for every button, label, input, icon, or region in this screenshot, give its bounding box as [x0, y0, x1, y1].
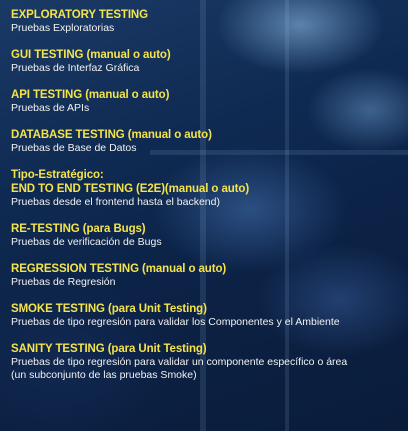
- list-item-api: API TESTING (manual o auto) Pruebas de A…: [11, 88, 403, 115]
- list-item-smoke: SMOKE TESTING (para Unit Testing) Prueba…: [11, 302, 403, 329]
- item-title: END TO END TESTING (E2E)(manual o auto): [11, 183, 250, 195]
- item-title: SANITY TESTING (para Unit Testing): [11, 343, 207, 355]
- list-item-database: DATABASE TESTING (manual o auto) Pruebas…: [11, 128, 403, 155]
- list-item-e2e: Tipo-Estratégico: END TO END TESTING (E2…: [11, 168, 403, 209]
- testing-types-list: EXPLORATORY TESTING Pruebas Exploratoria…: [11, 8, 403, 395]
- item-title: API TESTING (manual o auto): [11, 89, 170, 101]
- item-description: Pruebas de Interfaz Gráfica: [11, 62, 140, 74]
- item-title: RE-TESTING (para Bugs): [11, 223, 146, 235]
- item-description: Pruebas desde el frontend hasta el backe…: [11, 196, 220, 208]
- item-description: Pruebas de verificación de Bugs: [11, 236, 162, 248]
- list-item-gui: GUI TESTING (manual o auto) Pruebas de I…: [11, 48, 403, 75]
- item-description: Pruebas Exploratorias: [11, 22, 115, 34]
- item-title: DATABASE TESTING (manual o auto): [11, 129, 212, 141]
- item-title: REGRESSION TESTING (manual o auto): [11, 263, 227, 275]
- item-description: Pruebas de APIs: [11, 102, 90, 114]
- item-description: Pruebas de tipo regresión para validar l…: [11, 316, 340, 328]
- item-title: EXPLORATORY TESTING: [11, 9, 148, 21]
- list-item-sanity: SANITY TESTING (para Unit Testing) Prueb…: [11, 342, 403, 382]
- item-description: Pruebas de tipo regresión para validar u…: [11, 356, 348, 368]
- item-description: Pruebas de Base de Datos: [11, 142, 137, 154]
- list-item-retesting: RE-TESTING (para Bugs) Pruebas de verifi…: [11, 222, 403, 249]
- list-item-exploratory: EXPLORATORY TESTING Pruebas Exploratoria…: [11, 8, 403, 35]
- item-title: GUI TESTING (manual o auto): [11, 49, 171, 61]
- item-description: Pruebas de Regresión: [11, 276, 116, 288]
- list-item-regression: REGRESSION TESTING (manual o auto) Prueb…: [11, 262, 403, 289]
- item-description-continued: (un subconjunto de las pruebas Smoke): [11, 369, 197, 381]
- item-category-label: Tipo-Estratégico:: [11, 169, 104, 181]
- item-title: SMOKE TESTING (para Unit Testing): [11, 303, 207, 315]
